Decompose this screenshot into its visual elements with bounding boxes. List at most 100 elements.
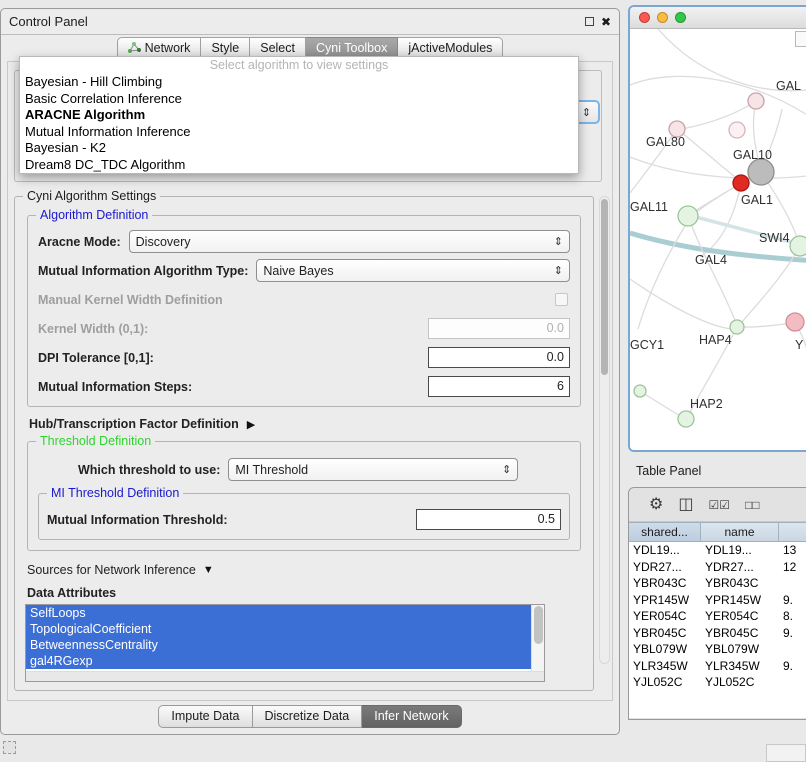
network-window-titlebar[interactable] — [630, 7, 806, 29]
zoom-traffic-light[interactable] — [675, 12, 686, 23]
table-row[interactable]: YJL052CYJL052C — [629, 674, 806, 691]
table-cell: 9. — [779, 625, 806, 642]
table-cell: YBL079W — [629, 641, 701, 658]
attribute-list-item[interactable]: BetweennessCentrality — [26, 637, 531, 653]
close-icon[interactable]: ✖ — [601, 16, 611, 28]
table-row[interactable]: YDR27...YDR27...12 — [629, 559, 806, 576]
scrollbar-thumb[interactable] — [534, 606, 543, 644]
table-row[interactable]: YDL19...YDL19...13 — [629, 542, 806, 559]
hub-definition-toggle[interactable]: Hub/Transcription Factor Definition ▶ — [29, 417, 583, 431]
which-threshold-select[interactable]: MI Threshold ⇕ — [228, 458, 518, 481]
mi-threshold-field[interactable]: 0.5 — [416, 509, 561, 530]
column-header-shared-name[interactable]: shared... — [629, 523, 701, 541]
aracne-mode-label: Aracne Mode: — [38, 235, 121, 249]
table-row[interactable]: YBL079WYBL079W — [629, 641, 806, 658]
mi-steps-field[interactable]: 6 — [428, 376, 570, 397]
table-row[interactable]: YBR045CYBR045C9. — [629, 625, 806, 642]
group-title-cyni-settings: Cyni Algorithm Settings — [23, 189, 160, 203]
tab-label: Select — [260, 41, 295, 55]
mi-steps-label: Mutual Information Steps: — [38, 380, 192, 394]
table-cell: YER054C — [629, 608, 701, 625]
network-node[interactable] — [748, 159, 774, 185]
settings-scrollbar[interactable] — [599, 196, 610, 664]
table-cell: 13 — [779, 542, 806, 559]
network-node[interactable] — [730, 320, 744, 334]
columns-icon[interactable]: ◫ — [678, 497, 693, 513]
mi-algorithm-type-select[interactable]: Naive Bayes ⇕ — [256, 259, 570, 282]
network-node[interactable] — [733, 175, 749, 191]
network-node[interactable] — [678, 206, 698, 226]
attribute-list-item[interactable]: TopologicalCoefficient — [26, 621, 531, 637]
combo-arrows-icon: ⇕ — [546, 235, 563, 248]
network-node[interactable] — [678, 411, 694, 427]
minimize-traffic-light[interactable] — [657, 12, 668, 23]
attribute-list-item[interactable]: gal4RGexp — [26, 653, 531, 669]
tab-impute-data[interactable]: Impute Data — [158, 705, 252, 728]
mi-threshold-definition-group: MI Threshold Definition Mutual Informati… — [38, 493, 570, 540]
table-cell: 9. — [779, 658, 806, 675]
cyni-algorithm-settings-group: Cyni Algorithm Settings Algorithm Defini… — [14, 196, 594, 691]
table-cell: YBR043C — [629, 575, 701, 592]
table-cell: YLR345W — [701, 658, 779, 675]
algorithm-dropdown-popup: Select algorithm to view settings Bayesi… — [19, 56, 579, 174]
tab-label: Cyni Toolbox — [316, 41, 387, 55]
aracne-mode-value: Discovery — [136, 235, 191, 249]
algorithm-option[interactable]: Mutual Information Inference — [20, 124, 578, 141]
table-cell: YBL079W — [701, 641, 779, 658]
table-cell: YDR27... — [629, 559, 701, 576]
algorithm-option[interactable]: Basic Correlation Inference — [20, 91, 578, 108]
aracne-mode-select[interactable]: Discovery ⇕ — [129, 230, 570, 253]
table-cell: YDL19... — [701, 542, 779, 559]
algorithm-option[interactable]: Bayesian - K2 — [20, 140, 578, 157]
table-row[interactable]: YPR145WYPR145W9. — [629, 592, 806, 609]
table-cell: YPR145W — [629, 592, 701, 609]
table-row[interactable]: YLR345WYLR345W9. — [629, 658, 806, 675]
deselect-all-checkboxes-icon[interactable]: □□ — [745, 499, 760, 511]
network-node[interactable] — [729, 122, 745, 138]
attribute-list-scrollbar[interactable] — [531, 605, 544, 671]
close-traffic-light[interactable] — [639, 12, 650, 23]
network-node[interactable] — [790, 236, 806, 256]
table-body: YDL19...YDL19...13YDR27...YDR27...12YBR0… — [629, 542, 806, 718]
float-window-icon[interactable] — [585, 17, 594, 26]
gear-icon[interactable]: ⚙ — [649, 497, 663, 513]
network-canvas[interactable]: GALGAL80GAL10GAL11GAL1SWI4GAL4GCY1HAP4HA… — [630, 29, 806, 450]
dpi-tolerance-field[interactable]: 0.0 — [428, 347, 570, 368]
attribute-list-item[interactable]: SelfLoops — [26, 605, 531, 621]
attribute-list-hscrollbar[interactable] — [26, 671, 544, 681]
table-row[interactable]: YBR043CYBR043C — [629, 575, 806, 592]
sources-toggle[interactable]: Sources for Network Inference ▼ — [27, 563, 583, 577]
network-node[interactable] — [669, 121, 685, 137]
network-node[interactable] — [748, 93, 764, 109]
table-panel-title: Table Panel — [636, 464, 701, 478]
table-row[interactable]: YER054CYER054C8. — [629, 608, 806, 625]
scrollbar-thumb[interactable] — [601, 199, 608, 375]
dpi-tolerance-label: DPI Tolerance [0,1]: — [38, 351, 154, 365]
algorithm-option[interactable]: Bayesian - Hill Climbing — [20, 74, 578, 91]
column-header-name[interactable]: name — [701, 523, 779, 541]
network-node[interactable] — [786, 313, 804, 331]
collapsed-panel-icon[interactable] — [3, 741, 16, 754]
select-all-checkboxes-icon[interactable]: ☑☑ — [708, 499, 730, 511]
tab-discretize-data[interactable]: Discretize Data — [253, 705, 363, 728]
data-attributes-label: Data Attributes — [27, 586, 583, 600]
manual-kernel-label: Manual Kernel Width Definition — [38, 293, 223, 307]
column-header-extra[interactable] — [779, 523, 806, 541]
mi-algorithm-type-value: Naive Bayes — [263, 264, 333, 278]
table-cell: 9. — [779, 592, 806, 609]
tab-infer-network[interactable]: Infer Network — [362, 705, 461, 728]
mi-threshold-label: Mutual Information Threshold: — [47, 513, 228, 527]
algorithm-option[interactable]: Dream8 DC_TDC Algorithm — [20, 157, 578, 174]
kernel-width-field: 0.0 — [428, 318, 570, 339]
attribute-list[interactable]: SelfLoopsTopologicalCoefficientBetweenne… — [25, 604, 545, 682]
group-title-threshold-definition: Threshold Definition — [36, 434, 155, 448]
table-cell: YBR045C — [629, 625, 701, 642]
group-title-mi-threshold: MI Threshold Definition — [47, 486, 183, 500]
tab-label: Style — [211, 41, 239, 55]
table-cell: 12 — [779, 559, 806, 576]
network-node[interactable] — [634, 385, 646, 397]
control-panel-titlebar[interactable]: Control Panel ✖ — [1, 9, 619, 35]
table-header-row: shared... name — [629, 522, 806, 542]
sources-label: Sources for Network Inference — [27, 563, 196, 577]
algorithm-option[interactable]: ARACNE Algorithm — [20, 107, 578, 124]
